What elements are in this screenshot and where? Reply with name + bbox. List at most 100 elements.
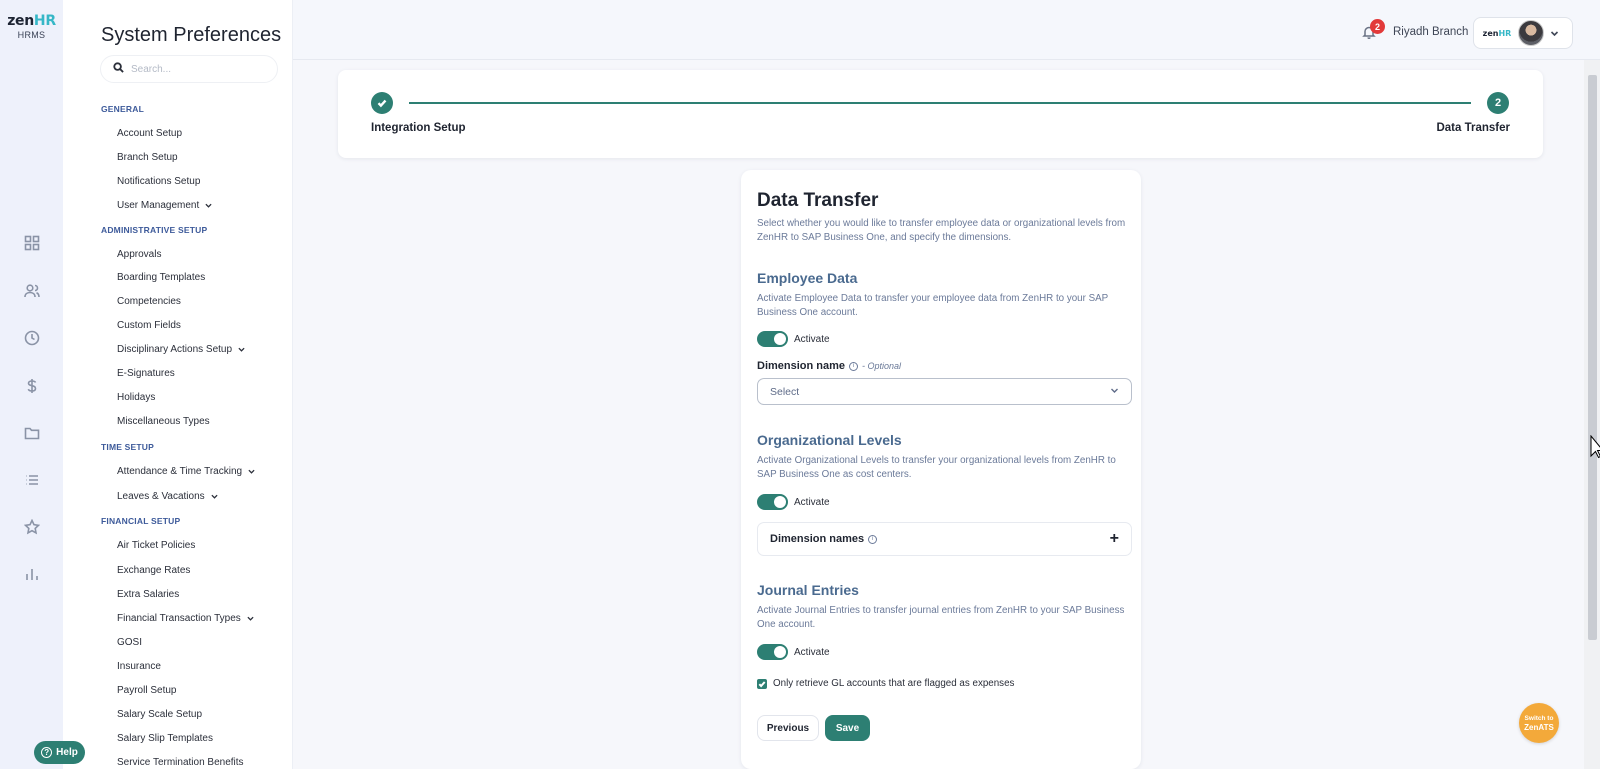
clock-icon[interactable] <box>22 328 42 348</box>
chevron-down-icon <box>205 202 212 209</box>
dimension-name-label: Dimension name i - Optional <box>757 360 901 372</box>
sidebar-item-label: Boarding Templates <box>117 272 206 283</box>
dashboard-icon[interactable] <box>22 233 42 253</box>
select-value: Select <box>770 385 800 398</box>
sidebar-item-disciplinary-actions[interactable]: Disciplinary Actions Setup <box>117 344 245 355</box>
employee-data-toggle-row: Activate <box>757 331 830 347</box>
sidebar-item-label: Payroll Setup <box>117 685 177 696</box>
folder-icon[interactable] <box>22 423 42 443</box>
icon-rail: zenHR HRMS <box>0 0 63 769</box>
star-icon[interactable] <box>22 517 42 537</box>
sidebar-item-notifications-setup[interactable]: Notifications Setup <box>117 176 200 187</box>
sidebar-item-account-setup[interactable]: Account Setup <box>117 128 182 139</box>
info-icon[interactable]: i <box>868 534 878 544</box>
organizational-levels-heading: Organizational Levels <box>757 432 902 448</box>
employee-data-heading: Employee Data <box>757 270 858 286</box>
sidebar-item-label: Salary Slip Templates <box>117 733 213 744</box>
search-icon <box>113 60 124 78</box>
people-icon[interactable] <box>22 281 42 301</box>
sidebar-item-label: Branch Setup <box>117 152 178 163</box>
dimension-name-select[interactable]: Select <box>757 378 1132 405</box>
question-icon: ? <box>41 747 53 758</box>
step-1-label: Integration Setup <box>371 122 466 134</box>
dimension-names-text: Dimension names <box>770 533 865 545</box>
org-levels-toggle-row: Activate <box>757 494 830 510</box>
sidebar-item-label: Custom Fields <box>117 320 181 331</box>
zenhr-logo[interactable]: zenHR HRMS <box>0 13 63 40</box>
sidebar-item-label: Attendance & Time Tracking <box>117 466 243 477</box>
sidebar-item-salary-scale-setup[interactable]: Salary Scale Setup <box>117 709 202 720</box>
optional-hint: - Optional <box>862 361 902 371</box>
sidebar-item-insurance[interactable]: Insurance <box>117 661 161 672</box>
sidebar-item-user-management[interactable]: User Management <box>117 200 212 211</box>
expenses-checkbox[interactable] <box>757 678 767 689</box>
sidebar-item-service-termination-benefits[interactable]: Service Termination Benefits <box>117 757 244 768</box>
sidebar-item-exchange-rates[interactable]: Exchange Rates <box>117 565 190 576</box>
sidebar-item-label: Notifications Setup <box>117 176 201 187</box>
dimension-names-box: Dimension names i + <box>757 522 1132 556</box>
notification-badge: 2 <box>1370 19 1385 34</box>
sidebar-item-attendance[interactable]: Attendance & Time Tracking <box>117 466 255 477</box>
expenses-checkbox-label: Only retrieve GL accounts that are flagg… <box>773 678 1015 689</box>
sidebar-item-boarding-templates[interactable]: Boarding Templates <box>117 272 205 283</box>
step-connector <box>409 102 1471 104</box>
search-input[interactable] <box>131 63 261 75</box>
sidebar-item-label: Financial Transaction Types <box>117 613 241 624</box>
add-dimension-icon[interactable]: + <box>1110 530 1119 548</box>
sidebar-item-salary-slip-templates[interactable]: Salary Slip Templates <box>117 733 213 744</box>
sidebar-item-custom-fields[interactable]: Custom Fields <box>117 320 181 331</box>
section-time-setup: TIME SETUP <box>101 442 155 452</box>
sidebar-item-label: Disciplinary Actions Setup <box>117 344 233 355</box>
section-general: GENERAL <box>101 104 144 114</box>
sidebar-item-approvals[interactable]: Approvals <box>117 249 161 260</box>
dollar-icon[interactable] <box>22 376 42 396</box>
sidebar-item-air-ticket-policies[interactable]: Air Ticket Policies <box>117 540 195 551</box>
sidebar-item-label: User Management <box>117 200 200 211</box>
sidebar-item-label: Insurance <box>117 661 161 672</box>
sidebar-item-label: Competencies <box>117 296 181 307</box>
mini-logo-zen: zen <box>1482 28 1499 38</box>
employee-data-description: Activate Employee Data to transfer your … <box>757 293 1109 318</box>
sidebar-item-holidays[interactable]: Holidays <box>117 392 155 403</box>
sidebar-search[interactable] <box>100 55 278 83</box>
zenats-line1: Switch to <box>1524 715 1554 722</box>
sidebar-item-label: Account Setup <box>117 128 183 139</box>
avatar <box>1518 20 1544 46</box>
save-button[interactable]: Save <box>825 715 870 741</box>
dimension-name-text: Dimension name <box>757 360 846 372</box>
branch-name[interactable]: Riyadh Branch <box>1393 26 1468 38</box>
sidebar-item-gosi[interactable]: GOSI <box>117 637 142 648</box>
expenses-checkbox-row: Only retrieve GL accounts that are flagg… <box>757 678 1014 689</box>
previous-button[interactable]: Previous <box>757 715 819 741</box>
sidebar-item-branch-setup[interactable]: Branch Setup <box>117 152 178 163</box>
sidebar-item-competencies[interactable]: Competencies <box>117 296 181 307</box>
sidebar-item-e-signatures[interactable]: E-Signatures <box>117 368 175 379</box>
step-1-check-icon[interactable] <box>371 92 393 114</box>
profile-menu[interactable]: zen HR <box>1473 17 1573 49</box>
journal-entries-toggle[interactable] <box>757 644 788 660</box>
stepper-card: 2 Integration Setup Data Transfer <box>338 70 1543 158</box>
sidebar-item-financial-transaction-types[interactable]: Financial Transaction Types <box>117 613 254 624</box>
sidebar-item-extra-salaries[interactable]: Extra Salaries <box>117 589 179 600</box>
switch-to-zenats-button[interactable]: Switch to ZenATS <box>1519 703 1559 743</box>
section-administrative-setup: ADMINISTRATIVE SETUP <box>101 225 208 235</box>
sidebar-item-label: Leaves & Vacations <box>117 491 205 502</box>
sidebar-item-label: Approvals <box>117 249 162 260</box>
help-button[interactable]: ? Help <box>34 741 85 764</box>
sidebar-item-miscellaneous-types[interactable]: Miscellaneous Types <box>117 416 210 427</box>
info-icon[interactable]: i <box>849 361 859 371</box>
sidebar-title: System Preferences <box>101 24 282 46</box>
chevron-down-icon <box>1110 386 1119 398</box>
organizational-levels-toggle[interactable] <box>757 494 788 510</box>
step-2-number[interactable]: 2 <box>1487 92 1509 114</box>
employee-data-toggle[interactable] <box>757 331 788 347</box>
chart-icon[interactable] <box>22 564 42 584</box>
scrollbar-thumb[interactable] <box>1588 75 1597 640</box>
sidebar-item-payroll-setup[interactable]: Payroll Setup <box>117 685 176 696</box>
chevron-down-icon <box>238 346 245 353</box>
logo-text-zen: zen <box>7 13 34 29</box>
list-icon[interactable] <box>22 470 42 490</box>
sidebar-item-label: Air Ticket Policies <box>117 540 196 551</box>
chevron-down-icon <box>1550 29 1559 38</box>
sidebar-item-leaves[interactable]: Leaves & Vacations <box>117 491 218 502</box>
